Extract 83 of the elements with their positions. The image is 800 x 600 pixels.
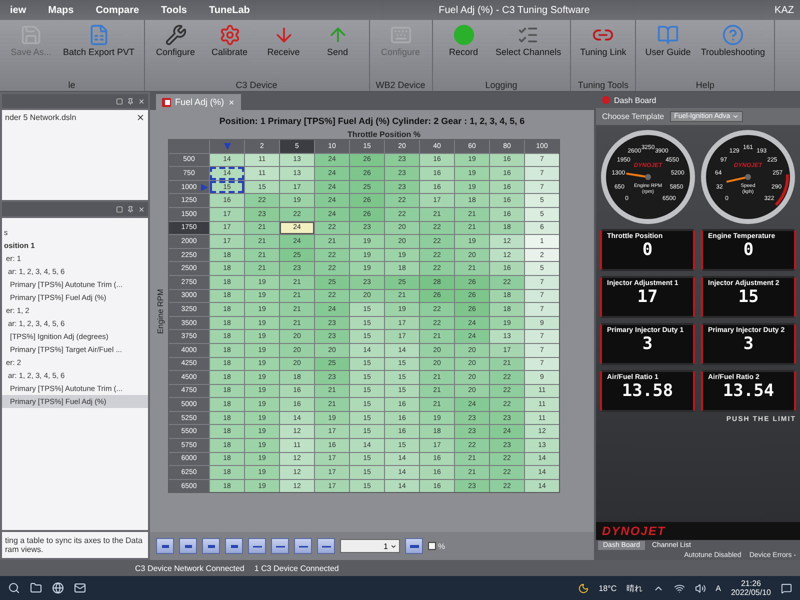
ribbon-icon: [657, 24, 680, 46]
axis-label: Throttle Position %: [348, 130, 420, 139]
status-text: C3 Device Network Connected: [135, 564, 244, 572]
step-field[interactable]: 1: [340, 539, 400, 553]
tile-value: 15: [737, 287, 760, 307]
pin-icon[interactable]: [127, 98, 134, 104]
ribbon-button[interactable]: Send: [312, 22, 363, 60]
document-tab[interactable]: Fuel Adj (%): [156, 94, 242, 110]
ribbon-button[interactable]: Batch Export PVT: [60, 22, 138, 60]
tile-value: 0: [742, 240, 755, 260]
help-text: ting a table to sync its axes to the Data ram views.: [2, 532, 148, 558]
ribbon-button[interactable]: Calibrate: [204, 22, 255, 60]
group-label: Logging: [484, 80, 518, 90]
pin-icon[interactable]: [127, 206, 134, 212]
volume-icon[interactable]: [694, 582, 706, 594]
ribbon-button[interactable]: Select Channels: [492, 22, 564, 60]
ribbon-icon: [390, 24, 412, 46]
tile-value: 3: [742, 334, 755, 354]
dashboard-icon: [602, 96, 610, 104]
toolbar-button[interactable]: [225, 538, 243, 554]
file-name: nder 5 Network.dsln: [5, 113, 78, 122]
group-label: le: [67, 80, 76, 90]
table-icon: [162, 98, 171, 106]
table-heading: Position: 1 Primary [TPS%] Fuel Adj (%) Cylinder: 2 Gear : 1, 2, 3, 4, 5, 6: [218, 115, 526, 128]
status-text: 1 C3 Device Connected: [254, 564, 339, 572]
ribbon-icon: [164, 24, 187, 46]
tile-value: 17: [636, 287, 659, 307]
toolbar-button[interactable]: [248, 538, 266, 554]
toolbar-button[interactable]: [405, 538, 423, 554]
notification-icon[interactable]: [781, 582, 792, 594]
float-icon[interactable]: [116, 206, 123, 212]
dropdown-icon: [732, 113, 740, 120]
ribbon-icon: [20, 24, 42, 46]
menu-tab[interactable]: TuneLab: [204, 2, 254, 18]
float-icon[interactable]: [116, 98, 123, 104]
folder-icon[interactable]: [30, 582, 42, 594]
column-marker-icon: [224, 143, 230, 150]
group-label: C3 Device: [234, 80, 278, 90]
temperature-text: 18°C: [598, 584, 617, 592]
toolbar-button[interactable]: [294, 538, 312, 554]
window-title: Fuel Adj (%) - C3 Tuning Software: [438, 4, 590, 16]
ribbon-button[interactable]: Record: [438, 22, 489, 60]
ribbon-button[interactable]: Tuning Link: [577, 22, 630, 60]
group-label: Tuning Tools: [577, 80, 630, 90]
toolbar-button[interactable]: [317, 538, 335, 554]
toolbar-button[interactable]: [271, 538, 289, 554]
ribbon-button[interactable]: Configure: [150, 22, 201, 60]
toolbar-button[interactable]: [179, 538, 197, 554]
ribbon-button[interactable]: User Guide: [642, 22, 694, 60]
close-icon[interactable]: [136, 113, 145, 122]
brand-logo: DYNOJET: [602, 524, 666, 538]
tile-value: 13.58: [620, 381, 674, 401]
menu-tab[interactable]: Tools: [157, 2, 191, 18]
menu-tab[interactable]: iew: [6, 2, 30, 18]
clock[interactable]: 21:26 2022/05/10: [730, 579, 771, 597]
ribbon-button[interactable]: Troubleshooting: [698, 22, 768, 60]
panel-header: Dash Board: [596, 92, 800, 108]
search-icon[interactable]: [8, 582, 20, 594]
toolbar-button[interactable]: [202, 538, 220, 554]
percent-checkbox[interactable]: %: [428, 542, 446, 550]
weather-text: 晴れ: [626, 582, 643, 594]
ribbon-icon: [722, 24, 744, 46]
group-label: Help: [694, 80, 716, 90]
tile-value: 3: [641, 334, 654, 354]
template-label: Choose Template: [602, 112, 664, 121]
mail-icon[interactable]: [74, 582, 86, 594]
ribbon-icon: [452, 24, 475, 46]
toolbar-button[interactable]: [156, 538, 174, 554]
input-method-indicator[interactable]: A: [716, 584, 721, 592]
tile-value: 13.54: [722, 381, 776, 401]
ribbon-icon: [218, 24, 241, 46]
axis-label: Engine RPM: [156, 289, 165, 334]
moon-icon: [578, 582, 589, 594]
row-marker-icon: [201, 184, 208, 191]
ribbon-button[interactable]: Receive: [258, 22, 309, 60]
globe-icon[interactable]: [52, 582, 64, 594]
menu-tab[interactable]: Compare: [92, 2, 144, 18]
tile-value: 0: [641, 240, 654, 260]
dropdown-icon: [390, 542, 397, 550]
group-label: WB2 Device: [376, 80, 426, 90]
user-name: KAZ: [774, 4, 794, 16]
menu-tab[interactable]: Maps: [44, 2, 78, 18]
wifi-icon[interactable]: [674, 582, 685, 594]
